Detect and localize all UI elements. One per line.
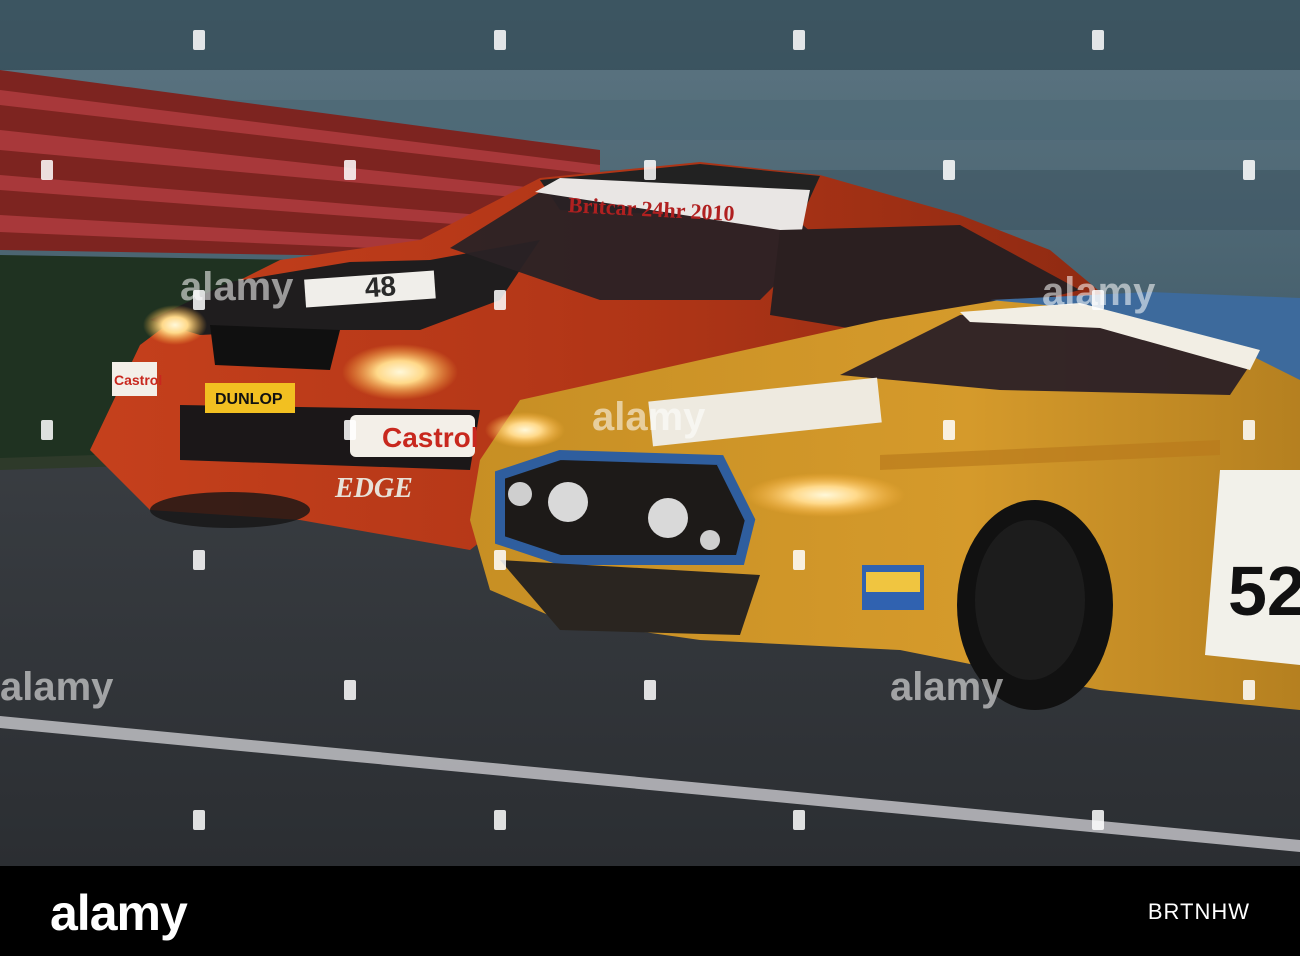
watermark-text: alamy	[180, 265, 294, 309]
watermark-text: alamy	[592, 395, 706, 439]
image-id-label: BRTNHW	[1147, 899, 1250, 924]
watermark-text: alamy	[1042, 270, 1156, 314]
alamy-logo[interactable]: alamy	[50, 884, 188, 942]
watermark-text: alamy	[0, 665, 114, 709]
stock-photo-frame: 52 48 DUNLOP Castrol Castrol EDGE Britca…	[0, 0, 1300, 956]
watermark-text: alamy	[890, 665, 1004, 709]
race-photo: 52 48 DUNLOP Castrol Castrol EDGE Britca…	[0, 0, 1300, 866]
stock-footer-bar: alamy BRTNHW	[0, 866, 1300, 956]
